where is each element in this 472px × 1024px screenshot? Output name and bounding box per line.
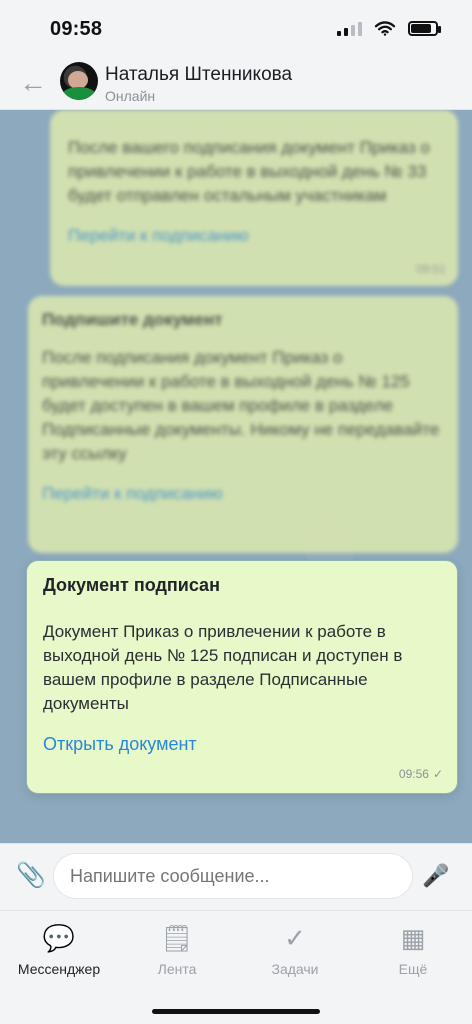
message-text: После подписания документ Приказ о привл…	[42, 348, 440, 463]
focused-message-title: Документ подписан	[43, 575, 220, 595]
message-link[interactable]: Перейти к подписанию	[42, 484, 444, 504]
home-indicator	[152, 1009, 320, 1014]
signal-icon	[337, 20, 362, 36]
nav-label: Мессенджер	[17, 961, 101, 977]
nav-tasks[interactable]: ✓ Задачи	[236, 923, 354, 993]
bottom-navigation: 💬 Мессенджер 🗒 Лента ✓ Задачи ▦ Ещё	[0, 910, 472, 1024]
message-link[interactable]: Перейти к подписанию	[68, 226, 440, 246]
back-arrow-icon[interactable]: ←	[18, 68, 48, 98]
avatar[interactable]	[60, 62, 98, 100]
microphone-icon[interactable]: 🎤	[422, 863, 449, 889]
message-bubble: После вашего подписания документ Приказ …	[50, 110, 458, 286]
contact-name[interactable]: Наталья Штенникова	[105, 64, 292, 86]
contact-status: Онлайн	[105, 88, 156, 104]
nav-feed[interactable]: 🗒 Лента	[118, 923, 236, 993]
more-icon: ▦	[400, 923, 426, 953]
status-icons	[337, 18, 441, 38]
messenger-icon: 💬	[42, 923, 76, 953]
message-bubble: Подпишите документ После подписания доку…	[28, 296, 458, 553]
feed-icon: 🗒	[160, 923, 194, 953]
message-input[interactable]	[53, 853, 413, 899]
message-text: После вашего подписания документ Приказ …	[68, 138, 430, 205]
focused-message-text: Документ Приказ о привлечении к работе в…	[43, 622, 403, 713]
status-time: 09:58	[50, 18, 103, 40]
sent-check-icon: ✓	[432, 767, 443, 781]
focused-message-meta: 09:56 ✓	[399, 767, 443, 781]
nav-messenger[interactable]: 💬 Мессенджер	[0, 923, 118, 993]
message-title: Подпишите документ	[42, 310, 223, 329]
nav-label: Задачи	[271, 961, 319, 977]
nav-more[interactable]: ▦ Ещё	[354, 923, 472, 993]
wifi-icon	[374, 21, 396, 36]
tasks-icon: ✓	[284, 923, 306, 953]
battery-icon	[408, 20, 441, 36]
focused-message-card[interactable]: Документ подписан Документ Приказ о прив…	[26, 560, 458, 794]
message-time: 09:51	[415, 262, 446, 276]
chat-header: ← Наталья Штенникова Онлайн	[0, 58, 472, 110]
open-document-link[interactable]: Открыть документ	[43, 734, 441, 755]
focused-message-time: 09:56	[398, 767, 429, 781]
nav-label: Ещё	[398, 961, 428, 977]
paperclip-icon[interactable]: 📎	[16, 863, 46, 889]
status-bar: 09:58	[0, 0, 472, 58]
nav-label: Лента	[157, 961, 197, 977]
screen: 09:58 ← Наталья Штенникова Онлайн После …	[0, 0, 472, 1024]
composer: 📎 🎤	[0, 843, 472, 910]
